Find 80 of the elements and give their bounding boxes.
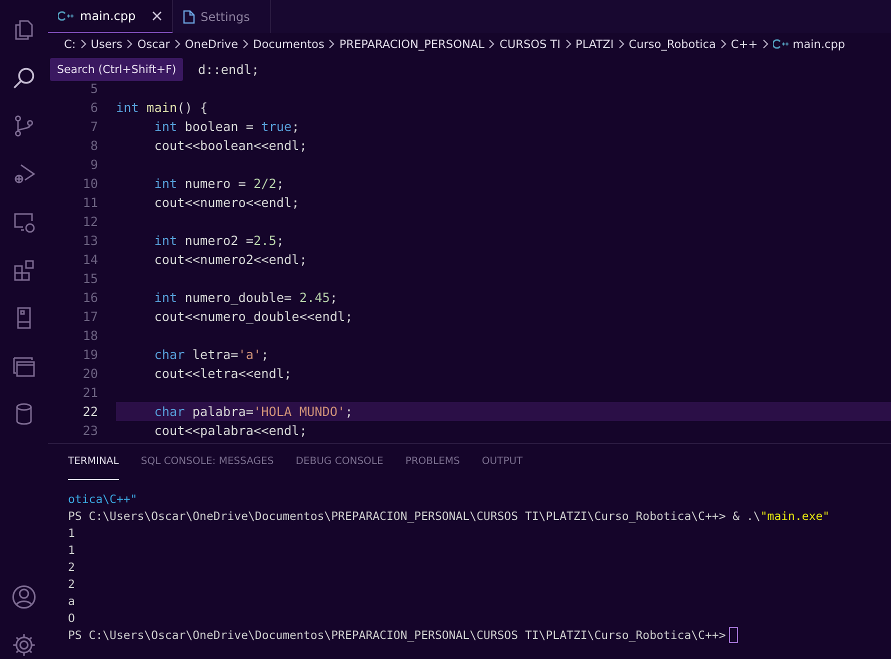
panel-tab[interactable]: PROBLEMS xyxy=(405,456,460,480)
terminal-line: 2 xyxy=(68,576,75,590)
cpp-file-icon xyxy=(58,11,74,21)
chevron-icon xyxy=(762,39,769,49)
line-number: 13 xyxy=(82,233,98,248)
extensions-icon[interactable] xyxy=(12,258,36,282)
line-number: 6 xyxy=(90,100,98,115)
chevron-icon xyxy=(720,39,727,49)
line-number: 17 xyxy=(82,309,98,324)
breadcrumb-item[interactable]: Users xyxy=(90,38,122,50)
code-line: int numero_double= 2.45; xyxy=(153,289,339,307)
chevron-icon xyxy=(80,39,87,49)
chevron-icon xyxy=(328,39,336,49)
line-number: 5 xyxy=(90,81,98,96)
line-number: 14 xyxy=(82,252,98,267)
settings-icon[interactable] xyxy=(11,632,37,658)
breadcrumb-item[interactable]: CURSOS TI xyxy=(499,38,561,50)
chevron-icon xyxy=(618,39,625,49)
line-number: 8 xyxy=(90,138,98,153)
panel-tab[interactable]: OUTPUT xyxy=(482,456,523,480)
terminal-line: PS C:\Users\Oscar\OneDrive\Documentos\PREPARACION_PERSONAL\CURSOS TI\PLATZI\Curso_Robotica\C++> & .\"main.exe" xyxy=(68,508,830,522)
chevron-icon xyxy=(126,39,134,49)
breadcrumb-item[interactable]: PLATZI xyxy=(576,38,614,50)
breadcrumb-item[interactable]: Oscar xyxy=(137,38,170,50)
editor-tab[interactable]: main.cpp xyxy=(48,0,173,33)
code-line: cout<<numero2<<endl; xyxy=(153,251,308,269)
code-line: d::endl; xyxy=(198,61,260,79)
code-line: cout<<numero<<endl; xyxy=(153,194,300,212)
line-number: 7 xyxy=(90,119,98,134)
code-line: char letra='a'; xyxy=(153,346,270,364)
line-number: 10 xyxy=(82,176,98,191)
search-icon[interactable] xyxy=(11,65,37,91)
line-number: 11 xyxy=(82,195,98,210)
code-line: int numero2 =2.5; xyxy=(153,232,286,250)
breadcrumb-item[interactable]: PREPARACION_PERSONAL xyxy=(339,38,484,50)
line-number: 21 xyxy=(82,385,98,400)
chevron-icon xyxy=(174,39,181,49)
chevron-icon xyxy=(242,39,250,49)
breadcrumb-item[interactable]: Curso_Robotica xyxy=(628,38,716,50)
line-number: 9 xyxy=(90,157,98,172)
panel-tab[interactable]: TERMINAL xyxy=(68,456,119,480)
code-line: cout<<boolean<<endl; xyxy=(153,137,308,155)
line-number: 22 xyxy=(82,404,98,419)
chevron-icon xyxy=(488,39,496,49)
account-icon[interactable] xyxy=(11,584,37,610)
terminal-line: O xyxy=(68,610,75,624)
line-number: 23 xyxy=(82,423,98,438)
line-number: 18 xyxy=(82,328,98,343)
code-line: cout<<letra<<endl; xyxy=(153,365,293,383)
terminal-line: otica\C++" xyxy=(68,492,138,506)
panel-tab[interactable]: SQL CONSOLE: MESSAGES xyxy=(140,456,274,480)
line-number: 19 xyxy=(82,347,98,362)
code-line: int numero = 2/2; xyxy=(153,175,286,193)
line-number: 16 xyxy=(82,290,98,305)
breadcrumb-item[interactable]: Documentos xyxy=(253,38,324,50)
terminal-line: PS C:\Users\Oscar\OneDrive\Documentos\PREPARACION_PERSONAL\CURSOS TI\PLATZI\Curso_Robotica\C++> xyxy=(68,628,726,642)
line-number: 12 xyxy=(82,214,98,229)
breadcrumb-item[interactable]: C++ xyxy=(730,38,758,50)
terminal-line: 1 xyxy=(68,542,75,556)
close-icon[interactable] xyxy=(152,11,162,21)
breadcrumb-item[interactable]: OneDrive xyxy=(184,38,238,50)
cpp-file-icon xyxy=(772,39,789,49)
line-number: 15 xyxy=(82,271,98,286)
source-control-icon[interactable] xyxy=(12,114,36,138)
breadcrumb-item[interactable]: C: xyxy=(64,38,76,50)
run-debug-icon[interactable] xyxy=(12,162,36,186)
chevron-icon xyxy=(564,39,572,49)
terminal-line: 1 xyxy=(68,526,75,540)
file-icon xyxy=(182,10,195,24)
code-line: int main() { xyxy=(116,99,209,117)
breadcrumb-item[interactable]: main.cpp xyxy=(792,38,846,50)
editor-tab[interactable]: Settings xyxy=(172,0,271,33)
panel-tab[interactable]: DEBUG CONSOLE xyxy=(296,456,384,480)
code-line: cout<<palabra<<endl; xyxy=(153,422,308,440)
code-line: cout<<numero_double<<endl; xyxy=(153,308,354,326)
terminal-line: a xyxy=(68,594,75,608)
code-line: int boolean = true; xyxy=(153,118,300,136)
search-tooltip: Search (Ctrl+Shift+F) xyxy=(50,58,184,81)
line-number: 20 xyxy=(82,366,98,381)
terminal-line: 2 xyxy=(68,560,75,574)
